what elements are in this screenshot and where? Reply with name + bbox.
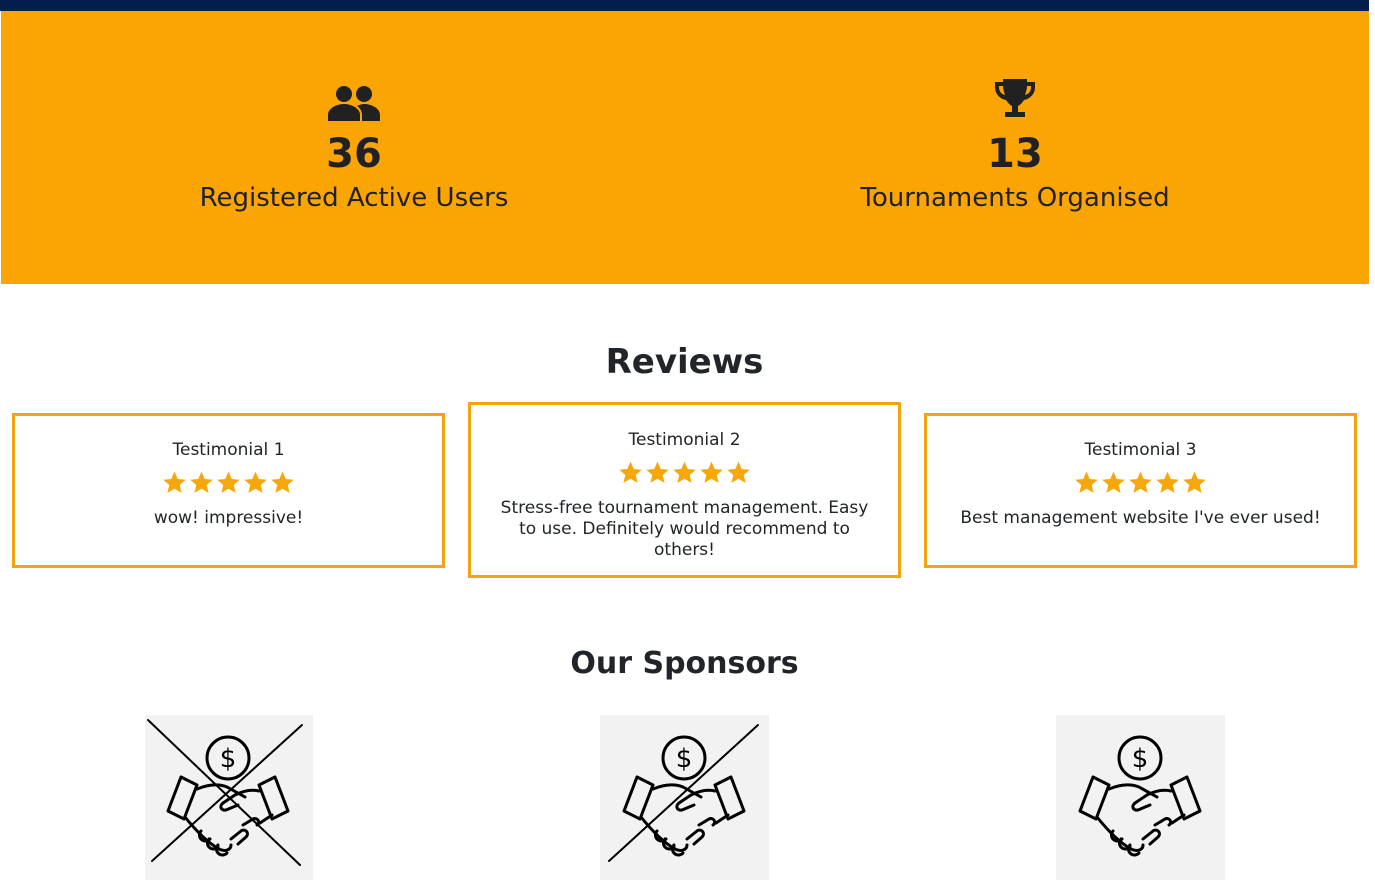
testimonial-card: Testimonial 1 wow! impressive!	[12, 413, 445, 568]
star-icon	[646, 461, 669, 483]
stat-tournaments: 13 Tournaments Organised	[785, 71, 1245, 215]
star-icon	[1129, 471, 1152, 493]
reviews-heading: Reviews	[605, 342, 764, 382]
top-navbar-strip	[0, 0, 1369, 11]
star-icon	[1156, 471, 1179, 493]
stat-tournaments-label: Tournaments Organised	[860, 183, 1170, 213]
star-rating	[471, 460, 898, 485]
svg-text:$: $	[676, 744, 693, 774]
stats-banner: 36 Registered Active Users 13 Tournament…	[1, 11, 1369, 284]
testimonial-name: Testimonial 3	[1084, 440, 1197, 460]
svg-text:$: $	[220, 744, 237, 774]
sponsor-logo[interactable]: $	[145, 715, 313, 880]
sponsors-heading: Our Sponsors	[570, 646, 799, 681]
stat-users-value: 36	[326, 131, 382, 177]
star-rating	[927, 470, 1354, 495]
star-icon	[1102, 471, 1125, 493]
stat-users-label: Registered Active Users	[199, 183, 509, 213]
star-rating	[15, 470, 442, 495]
star-icon	[163, 471, 186, 493]
testimonial-name: Testimonial 2	[628, 430, 741, 450]
star-icon	[271, 471, 294, 493]
testimonial-text: wow! impressive!	[153, 508, 304, 528]
testimonial-card: Testimonial 2 Stress-free tournament man…	[468, 402, 901, 578]
star-icon	[619, 461, 642, 483]
testimonial-card: Testimonial 3 Best management website I'…	[924, 413, 1357, 568]
star-icon	[1183, 471, 1206, 493]
star-icon	[673, 461, 696, 483]
svg-text:$: $	[1132, 744, 1149, 774]
star-icon	[244, 471, 267, 493]
trophy-icon	[785, 71, 1245, 121]
star-icon	[217, 471, 240, 493]
star-icon	[727, 461, 750, 483]
sponsor-handshake-icon: $	[1078, 735, 1202, 857]
testimonial-name: Testimonial 1	[172, 440, 285, 460]
sponsor-logo[interactable]: $	[1056, 715, 1225, 880]
testimonial-text: Stress-free tournament management. Easy …	[500, 498, 869, 560]
testimonial-text: Best management website I've ever used!	[960, 508, 1321, 528]
star-icon	[700, 461, 723, 483]
users-icon	[124, 71, 584, 121]
sponsor-logo[interactable]: $	[600, 715, 769, 880]
sponsor-handshake-half-crossed-icon: $	[608, 724, 759, 862]
stat-tournaments-value: 13	[987, 131, 1043, 177]
sponsor-handshake-crossed-icon: $	[147, 719, 303, 866]
star-icon	[1075, 471, 1098, 493]
stat-registered-users: 36 Registered Active Users	[124, 71, 584, 215]
star-icon	[190, 471, 213, 493]
